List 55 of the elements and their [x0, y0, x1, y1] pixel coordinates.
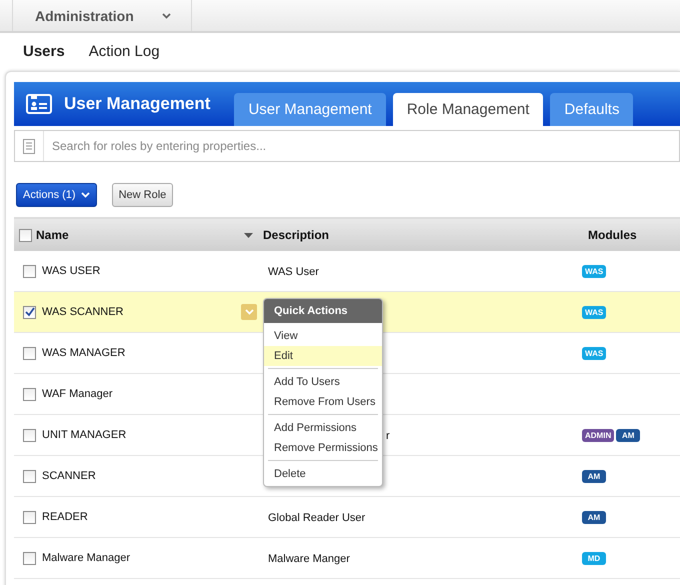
row-checkbox[interactable] — [23, 306, 36, 318]
module-badge: AM — [616, 428, 640, 442]
role-name: SCANNER — [42, 470, 96, 482]
menu-title: Quick Actions — [264, 299, 382, 323]
menu-item[interactable]: Add Permissions — [264, 418, 382, 438]
module-badge: WAS — [582, 264, 606, 278]
role-description: WAS User — [267, 266, 319, 278]
panel-title: User Management — [64, 94, 210, 114]
table-row[interactable]: READER Global Reader User AM — [14, 497, 680, 538]
row-checkbox[interactable] — [23, 388, 36, 400]
subnav-link[interactable]: Action Log — [88, 43, 160, 71]
module-badge: AM — [582, 510, 606, 524]
sort-icon[interactable] — [244, 232, 253, 238]
role-description: r — [385, 430, 390, 442]
module-badge: WAS — [582, 346, 606, 360]
module-badge: ADMIN — [582, 428, 614, 442]
column-header[interactable]: Modules — [588, 228, 637, 242]
row-checkbox[interactable] — [23, 552, 36, 564]
table-row[interactable]: Malware Manager Malware Manger MD — [14, 538, 680, 579]
menu-item[interactable]: Edit — [264, 346, 382, 366]
row-checkbox[interactable] — [23, 264, 36, 278]
quick-actions-toggle[interactable] — [241, 304, 257, 320]
module-badge: MD — [582, 552, 606, 564]
module-badge: WAS — [582, 306, 606, 318]
module-badge: AM — [582, 470, 606, 482]
list-icon — [23, 138, 35, 154]
chevron-icon — [80, 192, 90, 198]
role-name: Malware Manager — [42, 552, 130, 564]
row-checkbox[interactable] — [23, 346, 36, 360]
menu-item[interactable]: Remove Permissions — [264, 438, 382, 458]
id-card-icon — [26, 94, 52, 114]
column-header[interactable]: Name — [36, 228, 244, 242]
select-all-checkbox[interactable] — [19, 228, 32, 242]
menu-item[interactable]: Remove From Users — [264, 392, 382, 412]
tab[interactable]: Role Management — [392, 93, 544, 126]
role-name: READER — [42, 511, 88, 523]
column-header[interactable]: Description — [263, 228, 330, 242]
row-checkbox[interactable] — [23, 428, 36, 442]
role-name: WAS USER — [42, 265, 100, 277]
role-name: WAS MANAGER — [42, 347, 126, 359]
role-name: WAF Manager — [42, 388, 113, 400]
table-row[interactable]: WAS USER WAS User WAS — [14, 251, 680, 292]
new-role-button[interactable]: New Role — [112, 183, 174, 207]
menu-item[interactable]: Delete — [264, 464, 382, 484]
role-description: Global Reader User — [267, 512, 366, 524]
role-description: Malware Manger — [267, 553, 350, 565]
menu-item[interactable]: Add To Users — [264, 372, 382, 392]
chevron-icon — [244, 309, 254, 315]
subnav-link[interactable]: Users — [23, 43, 65, 71]
row-checkbox[interactable] — [23, 510, 36, 524]
actions-button[interactable]: Actions (1) — [16, 183, 97, 207]
row-checkbox[interactable] — [23, 470, 36, 482]
role-name: UNIT MANAGER — [42, 429, 126, 441]
role-name: WAS SCANNER — [42, 306, 124, 318]
chevron-icon — [162, 12, 171, 18]
